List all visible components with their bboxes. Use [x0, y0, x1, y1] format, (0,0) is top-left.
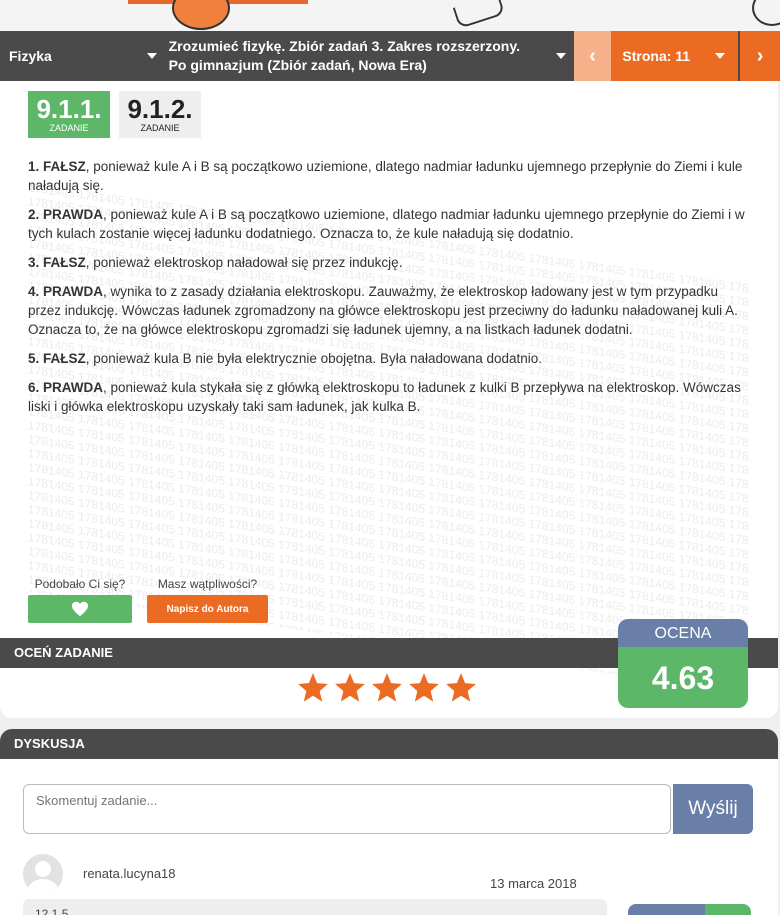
star-icon[interactable]	[370, 671, 404, 705]
score-value: 4.63	[618, 647, 748, 708]
send-button[interactable]: Wyślij	[673, 784, 753, 834]
score-badge: OCENA 4.63	[618, 619, 748, 708]
solution-verdict: 3. FAŁSZ	[28, 255, 86, 270]
tab-label: ZADANIE	[140, 123, 180, 133]
solution-verdict: 4. PRAWDA	[28, 284, 104, 299]
discussion-header: DYSKUSJA	[0, 729, 778, 759]
score-label: OCENA	[618, 619, 748, 647]
write-to-author-button[interactable]: Napisz do Autora	[147, 595, 268, 623]
like-question: Podobało Ci się?	[34, 577, 126, 591]
next-page-button[interactable]: ›	[740, 31, 780, 81]
like-column: Podobało Ci się?	[28, 575, 132, 623]
tab-number: 9.1.2.	[127, 94, 193, 124]
solution-explanation: , ponieważ kule A i B są początkowo uzie…	[28, 207, 745, 241]
chevron-right-icon: ›	[756, 44, 764, 67]
prev-page-button[interactable]: ‹	[573, 31, 612, 81]
feedback-section: Podobało Ci się? Masz wątpliwości? Napis…	[28, 575, 268, 623]
comment-username[interactable]: renata.lucyna18	[83, 866, 176, 881]
solution-text: 1. FAŁSZ, ponieważ kule A i B są początk…	[28, 157, 748, 426]
like-comment-button[interactable]	[705, 904, 751, 915]
avatar-head	[35, 861, 51, 877]
heart-icon	[72, 601, 88, 617]
circle-illustration-icon	[752, 0, 780, 26]
tab-exercise-9-1-1[interactable]: 9.1.1. ZADANIE	[28, 91, 110, 138]
discussion-section: DYSKUSJA Wyślij renata.lucyna18 13 marca…	[0, 729, 778, 915]
page-label: Strona: 11	[622, 48, 691, 64]
solution-verdict: 1. FAŁSZ	[28, 159, 86, 174]
star-icon[interactable]	[444, 671, 478, 705]
solution-item: 1. FAŁSZ, ponieważ kule A i B są początk…	[28, 157, 748, 195]
book-select[interactable]: Zrozumieć fizykę. Zbiór zadań 3. Zakres …	[163, 31, 574, 81]
tab-exercise-9-1-2[interactable]: 9.1.2. ZADANIE	[119, 91, 201, 138]
subject-label: Fizyka	[9, 48, 52, 64]
comment-actions	[628, 904, 751, 915]
solution-explanation: , ponieważ kula B nie była elektrycznie …	[85, 351, 543, 366]
book-label: Zrozumieć fizykę. Zbiór zadań 3. Zakres …	[168, 38, 520, 73]
avatar-body	[28, 879, 58, 894]
tab-number: 9.1.1.	[36, 94, 102, 124]
solution-explanation: , ponieważ elektroskop naładował się prz…	[85, 255, 403, 270]
comment-text: 12.1.5	[23, 899, 607, 915]
star-icon[interactable]	[296, 671, 330, 705]
doubt-column: Masz wątpliwości? Napisz do Autora	[147, 575, 268, 623]
tab-label: ZADANIE	[49, 123, 89, 133]
star-icon[interactable]	[333, 671, 367, 705]
chevron-left-icon: ‹	[589, 44, 596, 67]
caret-down-icon	[715, 53, 726, 59]
solution-explanation: , ponieważ kule A i B są początkowo uzie…	[28, 159, 743, 193]
comment-date: 13 marca 2018	[490, 876, 577, 891]
subject-select[interactable]: Fizyka	[0, 31, 163, 81]
solution-verdict: 2. PRAWDA	[28, 207, 104, 222]
solution-item: 4. PRAWDA, wynika to z zasady działania …	[28, 282, 748, 339]
page-select[interactable]: Strona: 11	[611, 31, 739, 81]
solution-explanation: , ponieważ kula stykała się z główką ele…	[28, 380, 741, 414]
tool-illustration-icon	[452, 0, 506, 29]
doubt-question: Masz wątpliwości?	[157, 577, 258, 591]
solution-verdict: 5. FAŁSZ	[28, 351, 86, 366]
solution-item: 5. FAŁSZ, ponieważ kula B nie była elekt…	[28, 349, 748, 368]
star-icon[interactable]	[407, 671, 441, 705]
exercise-tabs: 9.1.1. ZADANIE 9.1.2. ZADANIE	[28, 91, 201, 138]
solution-verdict: 6. PRAWDA	[28, 380, 104, 395]
rating-stars	[296, 671, 478, 705]
solution-item: 6. PRAWDA, ponieważ kula stykała się z g…	[28, 378, 748, 416]
comment-input[interactable]	[23, 784, 671, 834]
caret-down-icon	[146, 53, 157, 59]
header-illustration	[0, 0, 780, 31]
brain-illustration-icon	[172, 0, 230, 30]
caret-down-icon	[555, 53, 566, 59]
reply-button[interactable]	[628, 904, 705, 915]
solution-card: 1781405 1781405 1781405 1781405 1781405 …	[0, 81, 778, 718]
avatar	[23, 854, 63, 894]
navigation-bar: Fizyka Zrozumieć fizykę. Zbiór zadań 3. …	[0, 31, 780, 81]
page: Fizyka Zrozumieć fizykę. Zbiór zadań 3. …	[0, 0, 780, 915]
solution-explanation: , wynika to z zasady działania elektrosk…	[28, 284, 738, 337]
solution-item: 2. PRAWDA, ponieważ kule A i B są począt…	[28, 205, 748, 243]
solution-item: 3. FAŁSZ, ponieważ elektroskop naładował…	[28, 253, 748, 272]
like-button[interactable]	[28, 595, 132, 623]
